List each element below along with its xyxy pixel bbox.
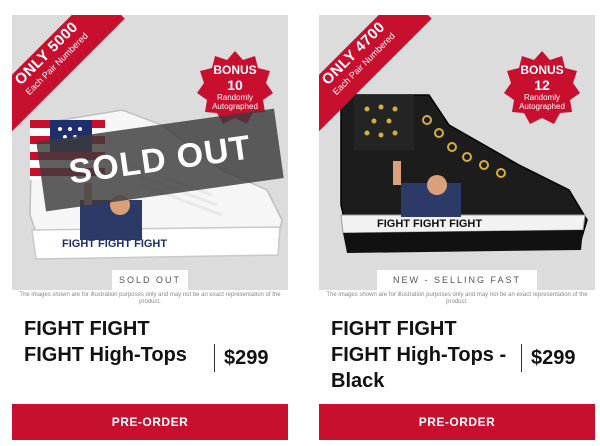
product-card[interactable]: FIGHT FIGHT FIGHT ONLY 5000 Each Pair Nu…: [12, 15, 288, 440]
product-title[interactable]: FIGHT FIGHT FIGHT High-Tops - Black: [331, 316, 511, 394]
product-info: FIGHT FIGHT FIGHT High-Tops - Black $299: [319, 316, 595, 394]
image-disclaimer: The images shown are for illustration pu…: [326, 292, 588, 305]
image-disclaimer: The images shown are for illustration pu…: [19, 292, 281, 305]
product-image[interactable]: FIGHT FIGHT FIGHT ONLY 4700 Each Pair Nu…: [319, 15, 595, 290]
status-badge: NEW - SELLING FAST: [377, 270, 537, 290]
product-card[interactable]: FIGHT FIGHT FIGHT ONLY 4700 Each Pair Nu…: [319, 15, 595, 440]
seal-subtext: Randomly Autographed: [519, 93, 565, 111]
product-title[interactable]: FIGHT FIGHT FIGHT High-Tops: [24, 316, 204, 368]
product-price: $299: [531, 347, 576, 369]
product-info: FIGHT FIGHT FIGHT High-Tops $299: [12, 316, 288, 394]
seal-number: 12: [534, 77, 550, 93]
seal-number: 10: [227, 77, 243, 93]
product-price: $299: [224, 347, 269, 369]
seal-label: BONUS: [213, 63, 257, 77]
pre-order-button[interactable]: PRE-ORDER: [319, 404, 595, 440]
product-image[interactable]: FIGHT FIGHT FIGHT ONLY 5000 Each Pair Nu…: [12, 15, 288, 290]
status-badge: SOLD OUT: [112, 270, 188, 290]
title-price-divider: [521, 344, 522, 372]
shoe-print-text: FIGHT FIGHT FIGHT: [62, 238, 167, 250]
shoe-print-text: FIGHT FIGHT FIGHT: [377, 218, 482, 230]
bonus-seal: BONUS 12 Randomly Autographed: [504, 51, 580, 127]
seal-label: BONUS: [520, 63, 564, 77]
title-price-divider: [214, 344, 215, 372]
seal-subtext: Randomly Autographed: [212, 93, 258, 111]
pre-order-button[interactable]: PRE-ORDER: [12, 404, 288, 440]
